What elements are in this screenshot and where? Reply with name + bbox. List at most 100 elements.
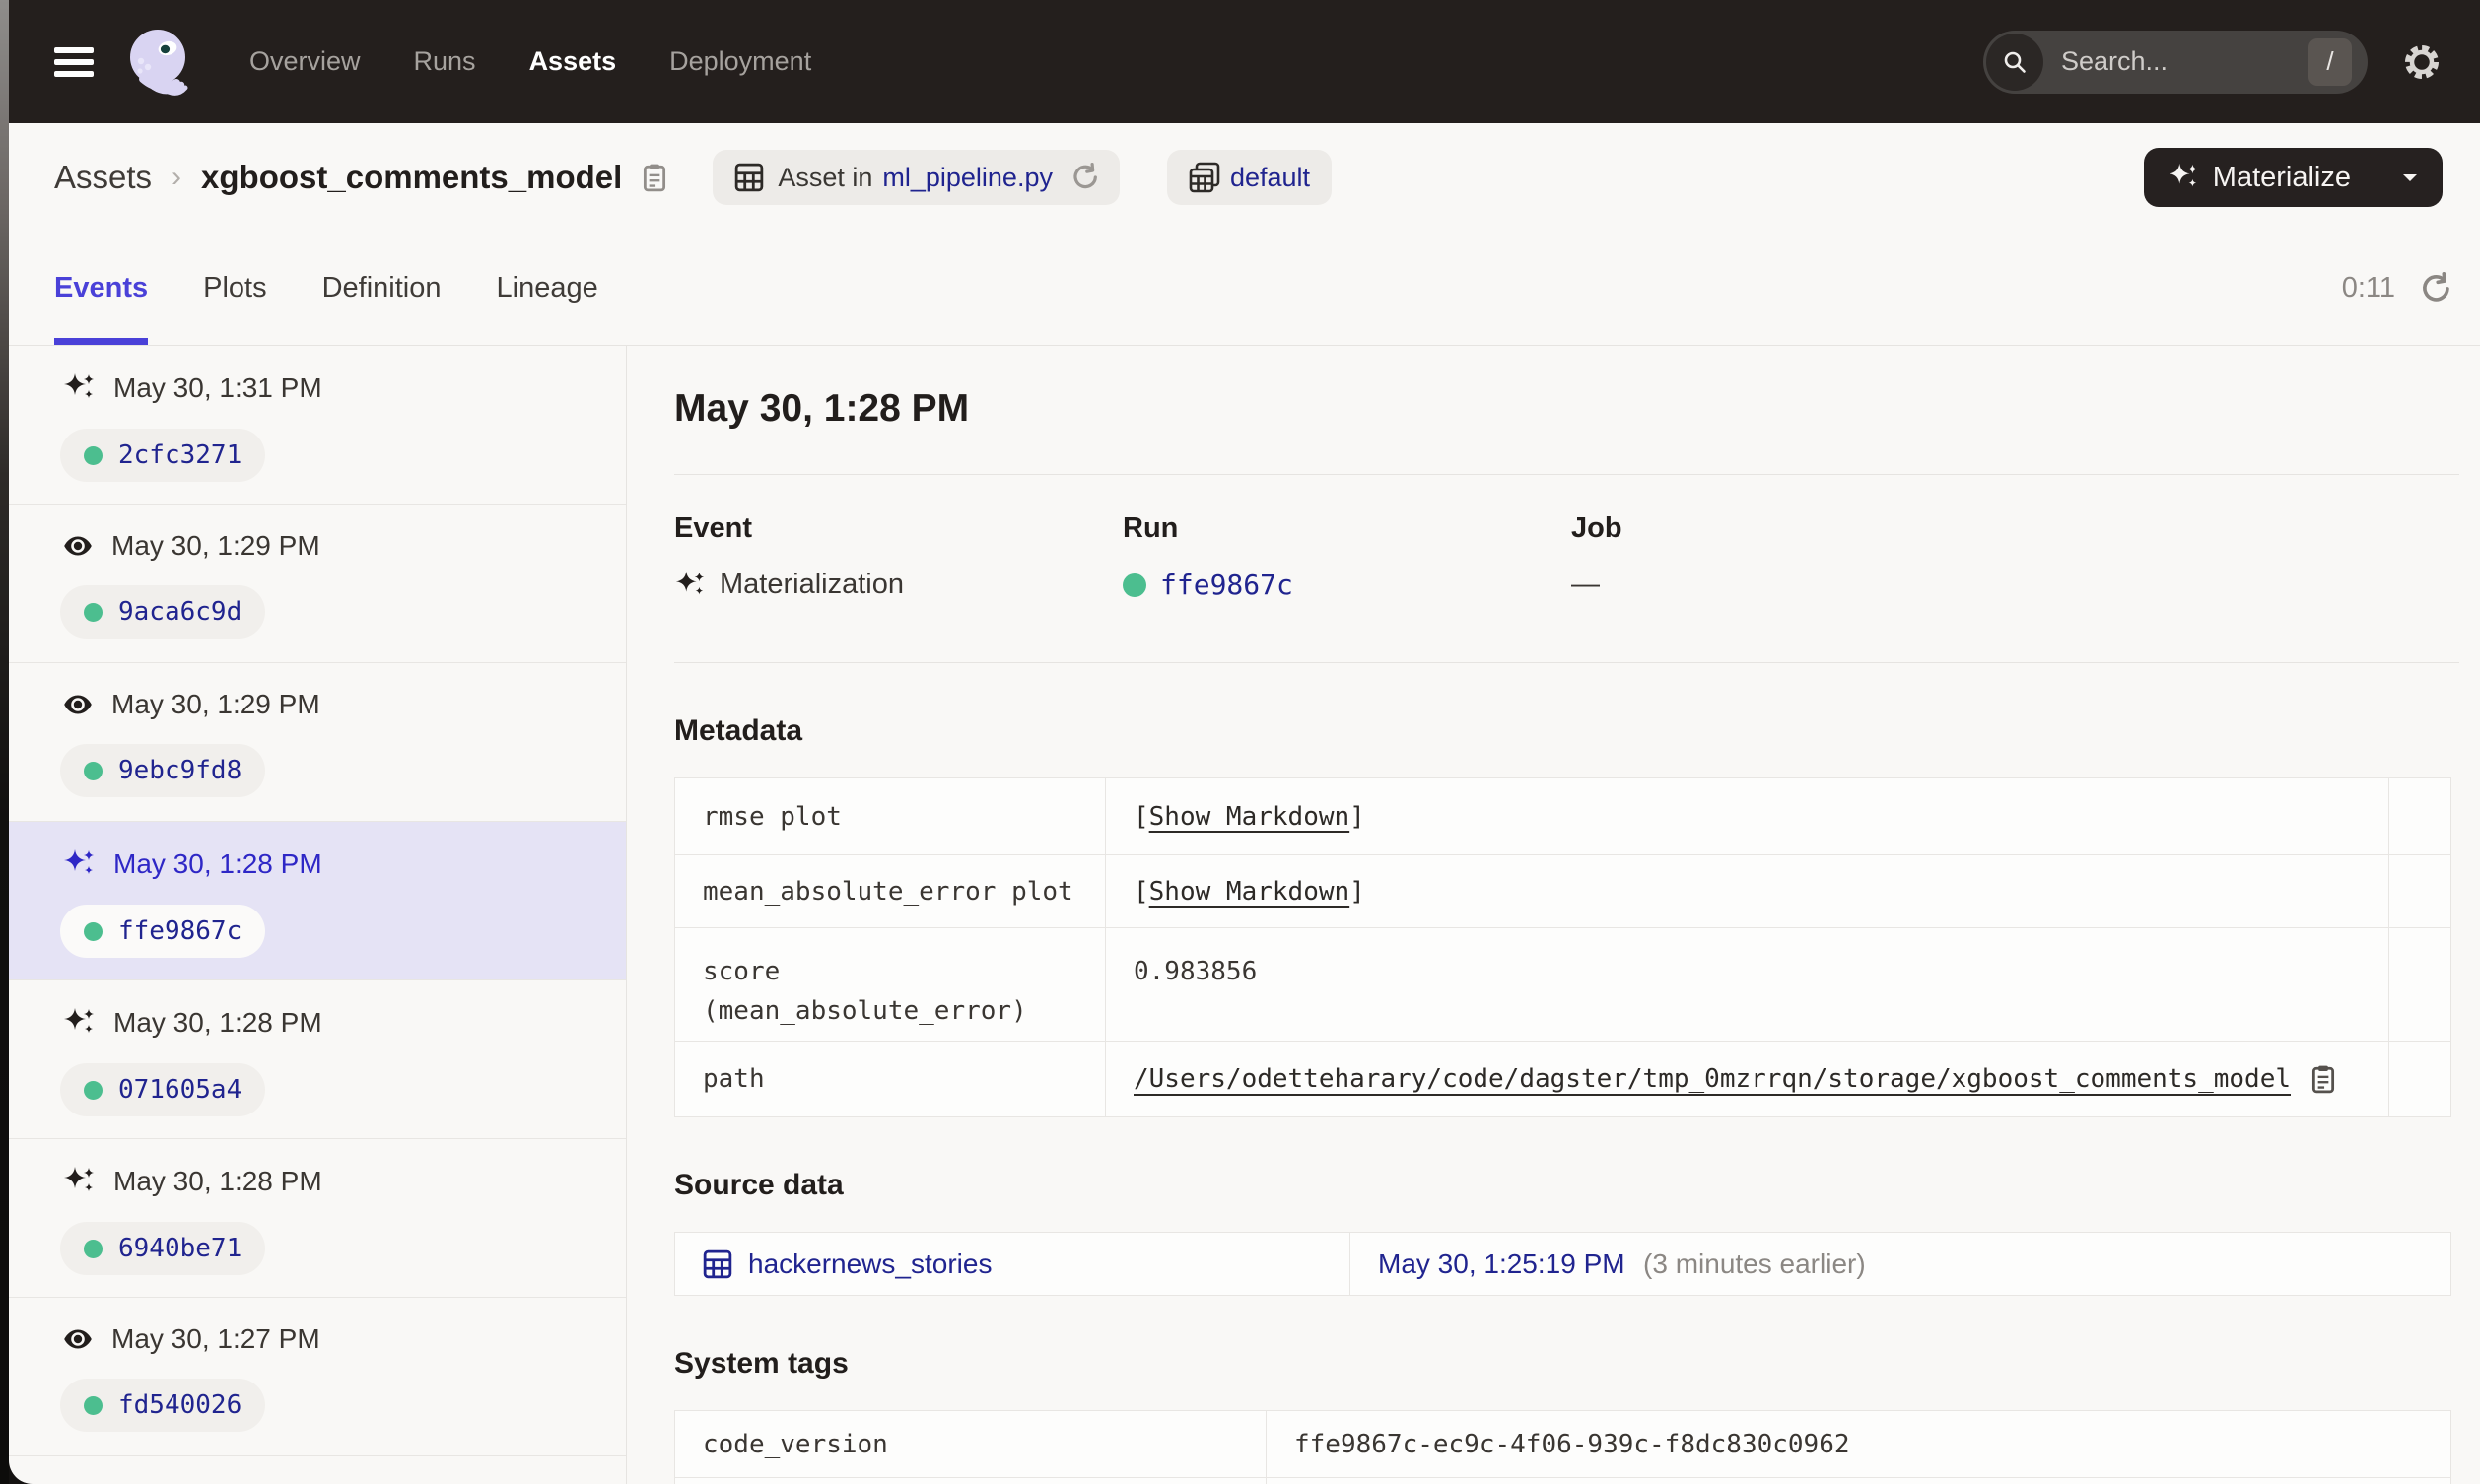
metadata-value: 0.983856 bbox=[1105, 927, 2389, 1042]
source-time-note: (3 minutes earlier) bbox=[1643, 1248, 1866, 1279]
tab-definition[interactable]: Definition bbox=[322, 232, 442, 345]
search-input[interactable] bbox=[2061, 46, 2308, 77]
metadata-key: rmse plot bbox=[674, 777, 1106, 855]
code-location-link[interactable]: ml_pipeline.py bbox=[882, 163, 1053, 193]
metadata-key: score (mean_absolute_error) bbox=[674, 927, 1106, 1042]
system-tag-key: code_version bbox=[674, 1410, 1267, 1478]
nav-item-deployment[interactable]: Deployment bbox=[669, 46, 811, 77]
job-column-header: Job bbox=[1571, 512, 1622, 544]
event-list-item[interactable]: May 30, 1:29 PM 9aca6c9d bbox=[9, 505, 626, 663]
observation-icon bbox=[64, 1329, 92, 1349]
breadcrumb-row: Assets › xgboost_comments_model Asset in… bbox=[9, 123, 2480, 232]
source-data-table: hackernews_stories May 30, 1:25:19 PM (3… bbox=[674, 1232, 2451, 1296]
gear-icon[interactable] bbox=[2401, 41, 2443, 83]
table-row-partial bbox=[674, 1477, 2451, 1484]
copy-icon[interactable] bbox=[2308, 1064, 2338, 1094]
desktop-edge bbox=[0, 0, 9, 1484]
materialization-icon bbox=[64, 1167, 94, 1191]
source-timestamp-link[interactable]: May 30, 1:25:19 PM bbox=[1378, 1248, 1625, 1279]
page-title: xgboost_comments_model bbox=[201, 159, 623, 195]
asset-in-badge[interactable]: Asset in ml_pipeline.py bbox=[713, 150, 1120, 205]
top-nav-bar: Overview Runs Assets Deployment / bbox=[9, 0, 2480, 123]
event-list-item[interactable]: May 30, 1:28 PM 071605a4 bbox=[9, 980, 626, 1139]
hamburger-icon[interactable] bbox=[54, 46, 94, 77]
event-list-item[interactable]: May 30, 1:31 PM 2cfc3271 bbox=[9, 346, 626, 505]
run-id-pill[interactable]: 9aca6c9d bbox=[60, 585, 266, 639]
tab-events[interactable]: Events bbox=[54, 232, 149, 345]
run-id-pill[interactable]: 2cfc3271 bbox=[60, 429, 266, 482]
event-time: May 30, 1:27 PM bbox=[111, 1323, 320, 1354]
show-markdown-link[interactable]: [Show Markdown] bbox=[1134, 877, 1365, 907]
materialization-icon bbox=[64, 849, 94, 874]
repo-default-link[interactable]: default bbox=[1230, 163, 1310, 193]
run-id-pill[interactable]: fd540026 bbox=[60, 1379, 266, 1432]
materialize-button[interactable]: Materialize bbox=[2144, 148, 2377, 207]
run-id-link[interactable]: fd540026 bbox=[118, 1390, 241, 1420]
system-tag-value: ffe9867c-ec9c-4f06-939c-f8dc830c0962 bbox=[1266, 1410, 2451, 1478]
run-id-link[interactable]: 071605a4 bbox=[118, 1075, 241, 1105]
run-status-dot bbox=[84, 1239, 103, 1258]
table-row: hackernews_stories May 30, 1:25:19 PM (3… bbox=[674, 1232, 2451, 1296]
slash-shortcut-key: / bbox=[2308, 37, 2352, 86]
run-status-dot bbox=[84, 1395, 103, 1415]
run-status-dot bbox=[84, 445, 103, 465]
run-id-link[interactable]: 9aca6c9d bbox=[118, 597, 241, 627]
event-detail-panel: May 30, 1:28 PM Event Materialization Ru… bbox=[627, 346, 2480, 1484]
show-markdown-link[interactable]: [Show Markdown] bbox=[1134, 802, 1365, 832]
divider bbox=[674, 474, 2459, 475]
table-row: code_version ffe9867c-ec9c-4f06-939c-f8d… bbox=[674, 1410, 2451, 1478]
nav-item-overview[interactable]: Overview bbox=[249, 46, 361, 77]
app-window: Overview Runs Assets Deployment / bbox=[9, 0, 2480, 1484]
refresh-icon[interactable] bbox=[1068, 163, 1098, 192]
system-tags-table: code_version ffe9867c-ec9c-4f06-939c-f8d… bbox=[674, 1410, 2451, 1484]
run-id-link[interactable]: 6940be71 bbox=[118, 1234, 241, 1263]
table-row: mean_absolute_error plot [Show Markdown] bbox=[674, 854, 2451, 928]
run-status-dot bbox=[1123, 573, 1146, 597]
run-id-pill[interactable]: ffe9867c bbox=[60, 905, 266, 958]
event-list-item-selected[interactable]: May 30, 1:28 PM ffe9867c bbox=[9, 822, 626, 980]
event-time: May 30, 1:29 PM bbox=[111, 689, 320, 719]
event-list-item[interactable]: May 30, 1:28 PM 6940be71 bbox=[9, 1139, 626, 1298]
materialize-split-button: Materialize bbox=[2143, 148, 2443, 207]
refresh-icon[interactable] bbox=[2417, 271, 2450, 305]
breadcrumb-separator: › bbox=[172, 161, 182, 193]
dagster-logo[interactable] bbox=[123, 25, 198, 100]
run-id-link[interactable]: 9ebc9fd8 bbox=[118, 756, 241, 785]
content-area: May 30, 1:31 PM 2cfc3271 May 30, 1:29 PM… bbox=[9, 346, 2480, 1484]
source-asset-link[interactable]: hackernews_stories bbox=[748, 1248, 992, 1280]
tab-plots[interactable]: Plots bbox=[203, 232, 266, 345]
metadata-heading: Metadata bbox=[674, 714, 803, 747]
materialize-label: Materialize bbox=[2212, 161, 2351, 193]
run-id-pill[interactable]: 071605a4 bbox=[60, 1063, 266, 1116]
run-id-pill[interactable]: 9ebc9fd8 bbox=[60, 744, 266, 797]
materialization-icon bbox=[2169, 163, 2197, 187]
observation-icon bbox=[64, 695, 92, 714]
nav-item-runs[interactable]: Runs bbox=[414, 46, 476, 77]
copy-icon[interactable] bbox=[640, 163, 669, 192]
run-id-link[interactable]: ffe9867c bbox=[1160, 569, 1293, 601]
tab-lineage[interactable]: Lineage bbox=[497, 232, 598, 345]
path-link[interactable]: /Users/odetteharary/code/dagster/tmp_0mz… bbox=[1134, 1064, 2291, 1094]
event-list-item[interactable]: May 30, 1:29 PM 9ebc9fd8 bbox=[9, 663, 626, 822]
event-detail-title: May 30, 1:28 PM bbox=[674, 387, 970, 430]
run-id-link[interactable]: 2cfc3271 bbox=[118, 440, 241, 470]
run-status-dot bbox=[84, 921, 103, 941]
repo-icon bbox=[1189, 162, 1220, 193]
refresh-countdown: 0:11 bbox=[2341, 272, 2395, 304]
event-time: May 30, 1:28 PM bbox=[113, 848, 322, 879]
primary-nav: Overview Runs Assets Deployment bbox=[249, 46, 811, 77]
job-value: — bbox=[1571, 569, 1600, 600]
event-list-item-partial bbox=[9, 1456, 626, 1484]
event-summary-row: Event Materialization Run ffe9867c Job — bbox=[674, 512, 2459, 601]
materialize-dropdown-button[interactable] bbox=[2377, 148, 2443, 207]
event-list-item[interactable]: May 30, 1:27 PM fd540026 bbox=[9, 1298, 626, 1456]
global-search[interactable]: / bbox=[1983, 30, 2368, 94]
run-id-pill[interactable]: 6940be71 bbox=[60, 1222, 266, 1275]
table-row: score (mean_absolute_error) 0.983856 bbox=[674, 927, 2451, 1042]
nav-item-assets[interactable]: Assets bbox=[529, 46, 617, 77]
run-id-link[interactable]: ffe9867c bbox=[118, 916, 241, 946]
event-type-value: Materialization bbox=[720, 569, 904, 600]
repository-badge[interactable]: default bbox=[1166, 150, 1333, 205]
table-row: rmse plot [Show Markdown] bbox=[674, 777, 2451, 855]
breadcrumb-assets[interactable]: Assets bbox=[54, 159, 152, 196]
